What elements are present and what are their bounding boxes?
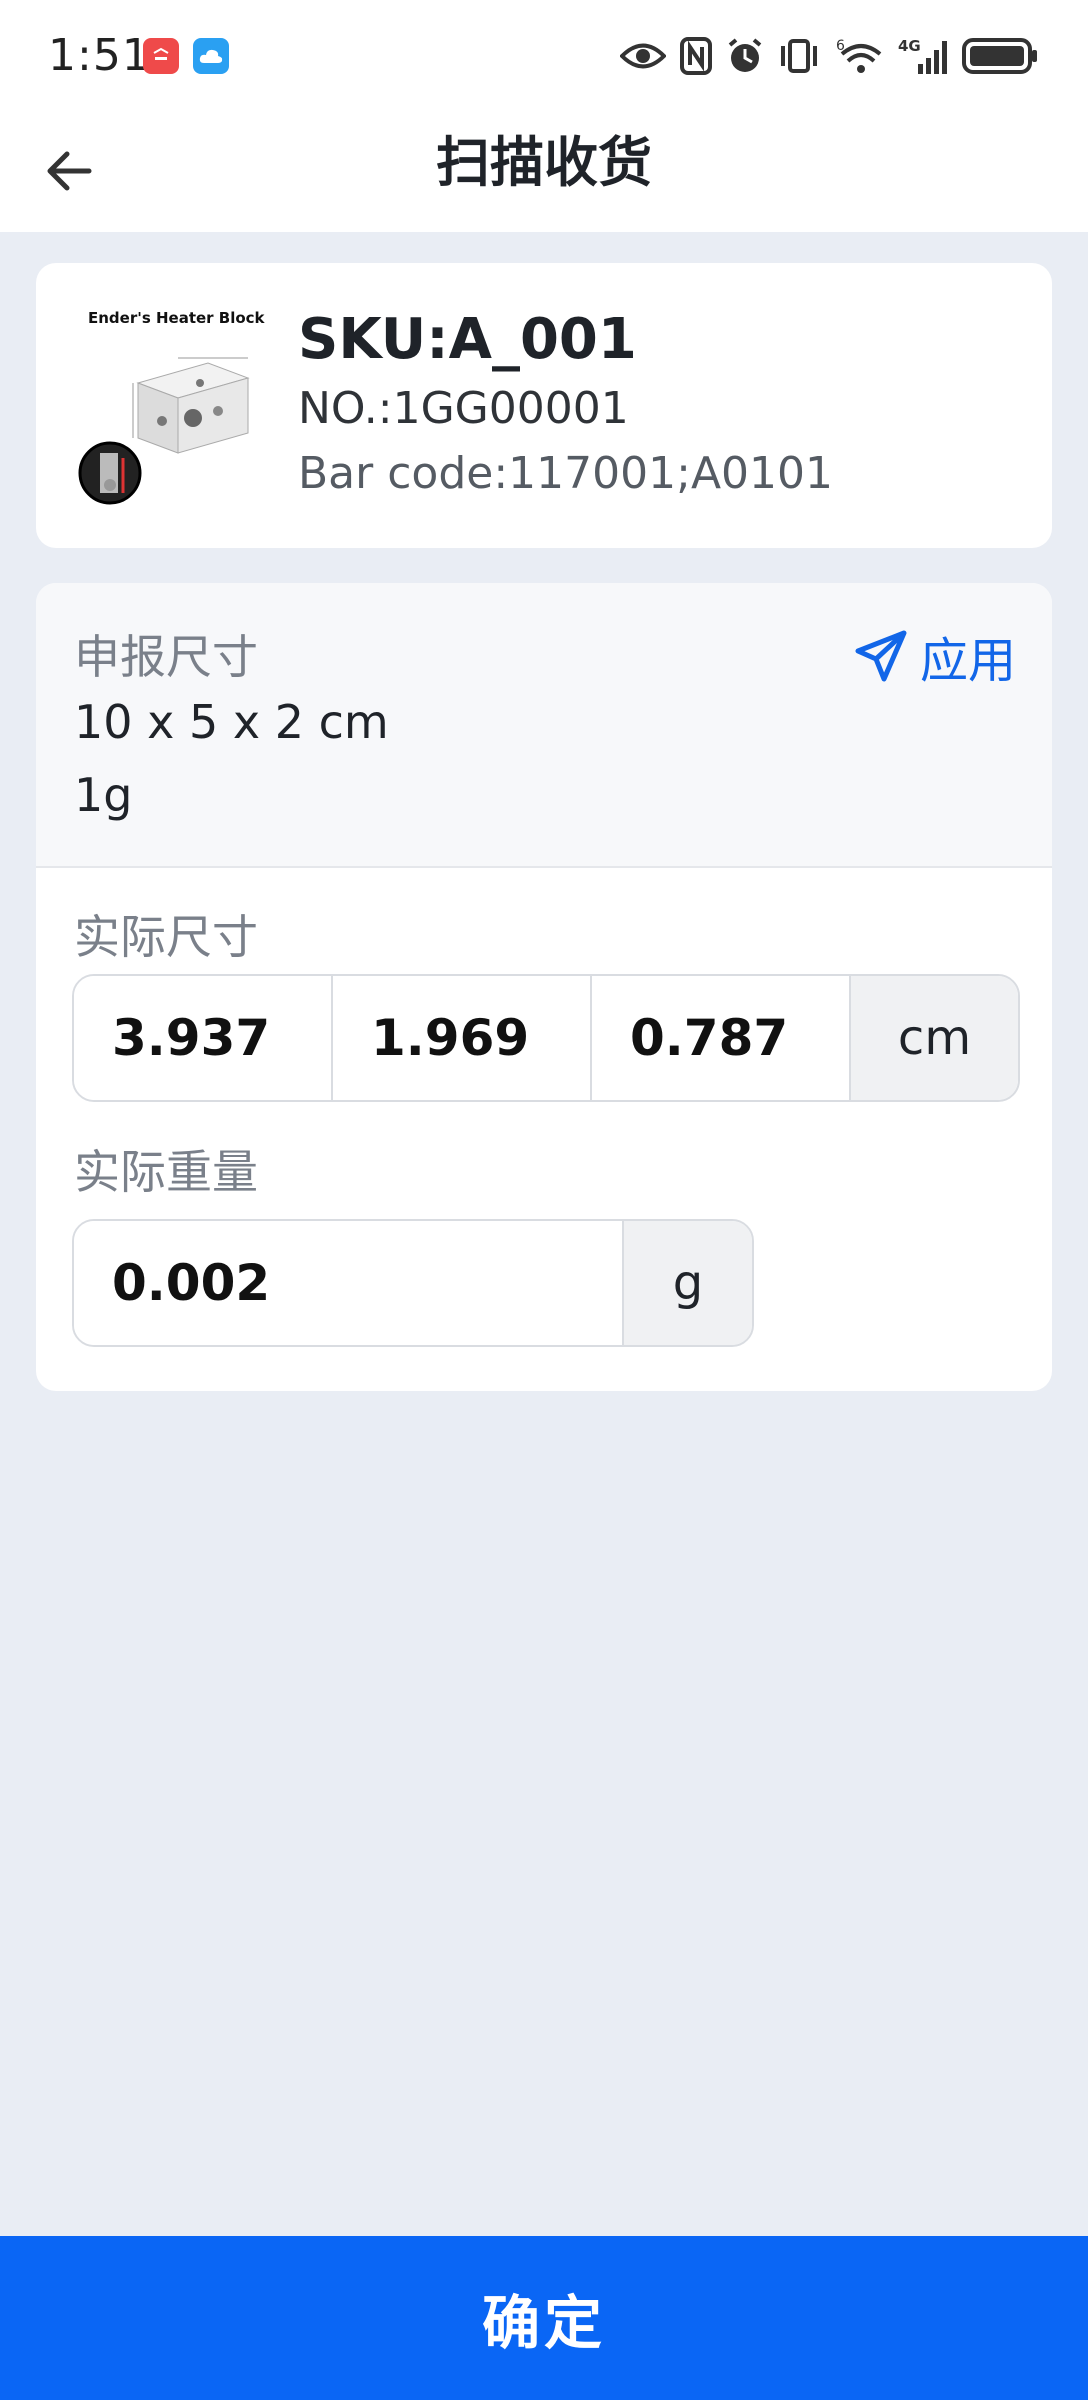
confirm-button[interactable]: 确定	[0, 2236, 1088, 2400]
app-header: 扫描收货	[0, 110, 1088, 232]
declared-dimensions: 10 x 5 x 2 cm	[74, 695, 389, 749]
status-time: 1:51	[48, 30, 151, 81]
actual-weight-label: 实际重量	[74, 1145, 258, 1199]
width-input[interactable]	[333, 976, 592, 1100]
sku-title: SKU:A_001	[298, 307, 637, 372]
product-card: Ender's Heater Block SKU:A_001 NO.:1GG00…	[36, 263, 1052, 548]
eye-icon	[620, 36, 666, 76]
wifi-icon: 6	[834, 36, 884, 76]
send-icon	[855, 630, 907, 682]
actual-size-label: 实际尺寸	[74, 910, 258, 964]
status-bar: 1:51 6 4G	[0, 0, 1088, 110]
cloud-app-icon	[193, 38, 229, 74]
product-image-caption: Ender's Heater Block	[88, 309, 265, 327]
product-number: NO.:1GG00001	[298, 383, 629, 434]
alarm-icon	[726, 36, 764, 76]
weight-input[interactable]	[74, 1221, 624, 1345]
actual-dimensions-group: cm	[72, 974, 1020, 1102]
product-barcode: Bar code:117001;A0101	[298, 448, 834, 499]
size-unit: cm	[851, 976, 1018, 1100]
length-input[interactable]	[74, 976, 333, 1100]
height-input[interactable]	[592, 976, 851, 1100]
battery-icon	[962, 36, 1038, 76]
huawei-app-icon	[143, 38, 179, 74]
product-image: Ender's Heater Block	[78, 303, 288, 513]
network-type: 4G	[898, 37, 921, 55]
declared-section: 申报尺寸 应用 10 x 5 x 2 cm 1g	[36, 583, 1052, 868]
apply-button[interactable]: 应用	[854, 621, 1016, 691]
vibrate-icon	[778, 36, 820, 76]
declared-size-label: 申报尺寸	[74, 630, 258, 684]
declared-weight: 1g	[74, 768, 133, 822]
signal-icon: 4G	[898, 36, 948, 76]
apply-label: 应用	[919, 633, 1016, 689]
page-title: 扫描收货	[436, 131, 652, 194]
nfc-icon	[680, 36, 712, 76]
weight-unit: g	[624, 1221, 752, 1345]
actual-weight-group: g	[72, 1219, 754, 1347]
size-card: 申报尺寸 应用 10 x 5 x 2 cm 1g 实际尺寸 cm 实际重量 g	[36, 583, 1052, 1391]
status-icons: 6 4G	[620, 32, 1038, 80]
